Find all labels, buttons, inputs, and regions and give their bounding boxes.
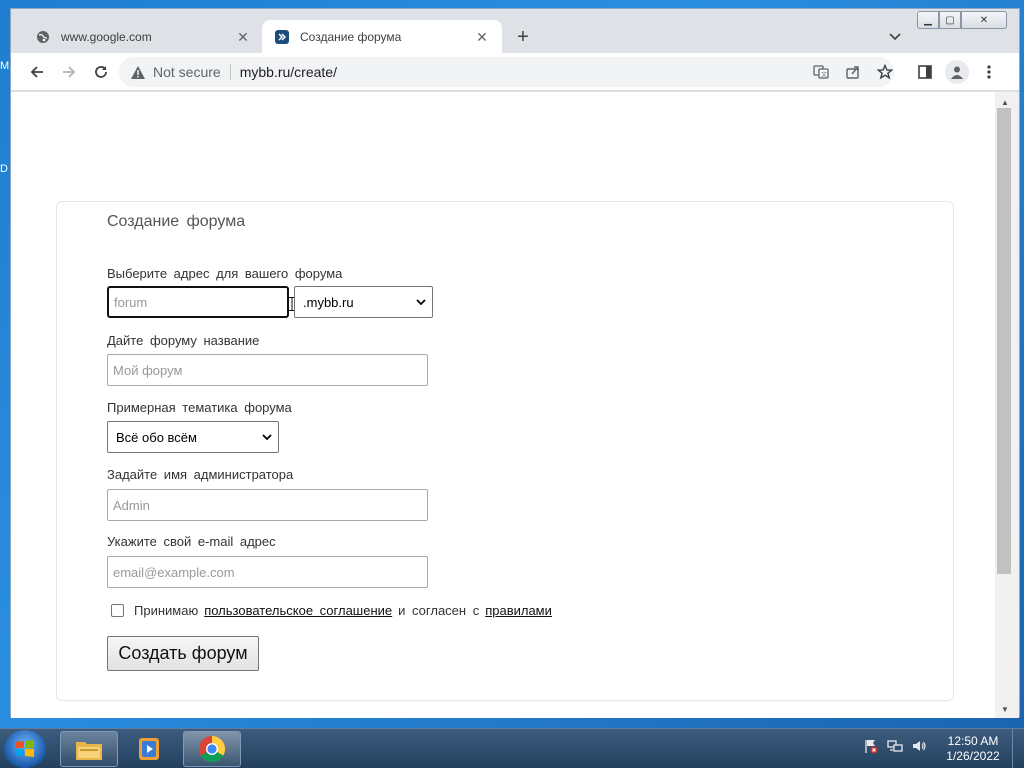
translate-icon[interactable]: 文 [809,60,833,84]
topic-select[interactable]: Всё обо всём [107,421,279,453]
show-desktop-button[interactable] [1012,729,1024,768]
reload-icon[interactable] [89,60,113,84]
warning-triangle-icon[interactable] [131,65,145,79]
rules-link[interactable]: правилами [485,603,552,618]
mybb-icon [274,29,290,45]
forum-name-input[interactable]: Мой форум [107,354,428,386]
create-forum-card: Создание форума Выберите адрес для вашег… [56,201,954,701]
svg-text:文: 文 [821,71,827,79]
chevron-down-icon [416,298,426,305]
taskbar-media-player[interactable] [122,731,178,767]
close-tab-icon[interactable]: ✕ [474,29,490,45]
forward-arrow-icon[interactable] [57,60,81,84]
close-tab-icon[interactable]: ✕ [235,29,251,45]
terms-checkbox[interactable] [111,604,124,617]
create-forum-button[interactable]: Создать форум [107,636,259,671]
topic-select-value: Всё обо всём [116,429,197,445]
email-input[interactable]: email@example.com [107,556,428,588]
browser-toolbar: Not secure mybb.ru/create/ 文 [11,53,1019,91]
windows-logo-icon [16,740,34,757]
tab-create-forum[interactable]: Создание форума ✕ [262,20,502,54]
back-arrow-icon[interactable] [25,60,49,84]
browser-window: www.google.com ✕ Создание форума ✕ + ▁ ▢… [10,8,1020,718]
divider [229,64,231,80]
scrollbar-thumb[interactable] [997,108,1011,574]
forum-name-placeholder: Мой форум [113,362,183,378]
system-clock[interactable]: 12:50 AM 1/26/2022 [940,734,1006,764]
action-center-flag-icon[interactable] [862,737,880,755]
user-agreement-link[interactable]: пользовательское соглашение [204,603,392,618]
tab-search-chevron-icon[interactable] [883,25,907,49]
page-title: Создание форума [107,213,246,230]
domain-select[interactable]: .mybb.ru [294,286,433,318]
scroll-up-arrow-icon[interactable]: ▲ [1001,98,1009,107]
maximize-button[interactable]: ▢ [939,11,961,29]
terms-middle: и согласен с [398,603,480,618]
chrome-icon [198,735,226,763]
folder-icon [76,742,102,760]
subdomain-label: Выберите адрес для вашего форума [107,266,343,281]
admin-label: Задайте имя администратора [107,467,294,482]
admin-input[interactable]: Admin [107,489,428,521]
profile-avatar-icon[interactable] [945,60,969,84]
security-label[interactable]: Not secure [153,64,221,80]
terms-row: Принимаю пользовательское соглашение и с… [111,603,558,618]
new-tab-button[interactable]: + [509,25,537,49]
clock-time: 12:50 AM [947,734,999,748]
network-icon[interactable] [886,737,904,755]
page-viewport: Создание форума Выберите адрес для вашег… [11,92,995,718]
system-tray [862,737,928,755]
minimize-button[interactable]: ▁ [917,11,939,29]
admin-placeholder: Admin [113,497,150,513]
tab-strip: www.google.com ✕ Создание форума ✕ + ▁ ▢… [11,9,1019,54]
start-button[interactable] [4,730,46,768]
kebab-menu-icon[interactable] [977,60,1001,84]
terms-prefix: Принимаю [134,603,199,618]
url-text[interactable]: mybb.ru/create/ [240,64,337,80]
share-icon[interactable] [841,60,865,84]
side-panel-icon[interactable] [913,60,937,84]
chevron-down-icon [262,433,272,440]
scroll-down-arrow-icon[interactable]: ▼ [1001,705,1009,714]
tab-title: www.google.com [61,30,152,44]
subdomain-placeholder: forum [114,294,148,310]
taskbar: 12:50 AM 1/26/2022 [0,728,1024,768]
globe-icon [35,29,51,45]
forum-name-label: Дайте форуму название [107,333,260,348]
taskbar-chrome[interactable] [183,731,241,767]
volume-icon[interactable] [910,737,928,755]
subdomain-input[interactable]: forum [107,286,295,318]
address-bar[interactable]: Not secure mybb.ru/create/ [119,57,894,87]
topic-label: Примерная тематика форума [107,400,292,415]
desktop-icon-label-d[interactable]: D [0,163,8,175]
clock-date: 1/26/2022 [946,749,1000,763]
bookmark-star-icon[interactable] [873,60,897,84]
tab-google[interactable]: www.google.com ✕ [23,20,263,54]
email-label: Укажите свой e-mail адрес [107,534,276,549]
taskbar-explorer[interactable] [60,731,118,767]
desktop-icon-label-m[interactable]: M [0,60,9,72]
page-scrollbar[interactable]: ▲ ▼ [995,92,1019,718]
media-player-icon [139,738,159,760]
window-close-button[interactable]: ✕ [961,11,1007,29]
domain-select-value: .mybb.ru [303,294,354,310]
email-placeholder: email@example.com [113,564,235,580]
tab-title: Создание форума [300,30,402,44]
